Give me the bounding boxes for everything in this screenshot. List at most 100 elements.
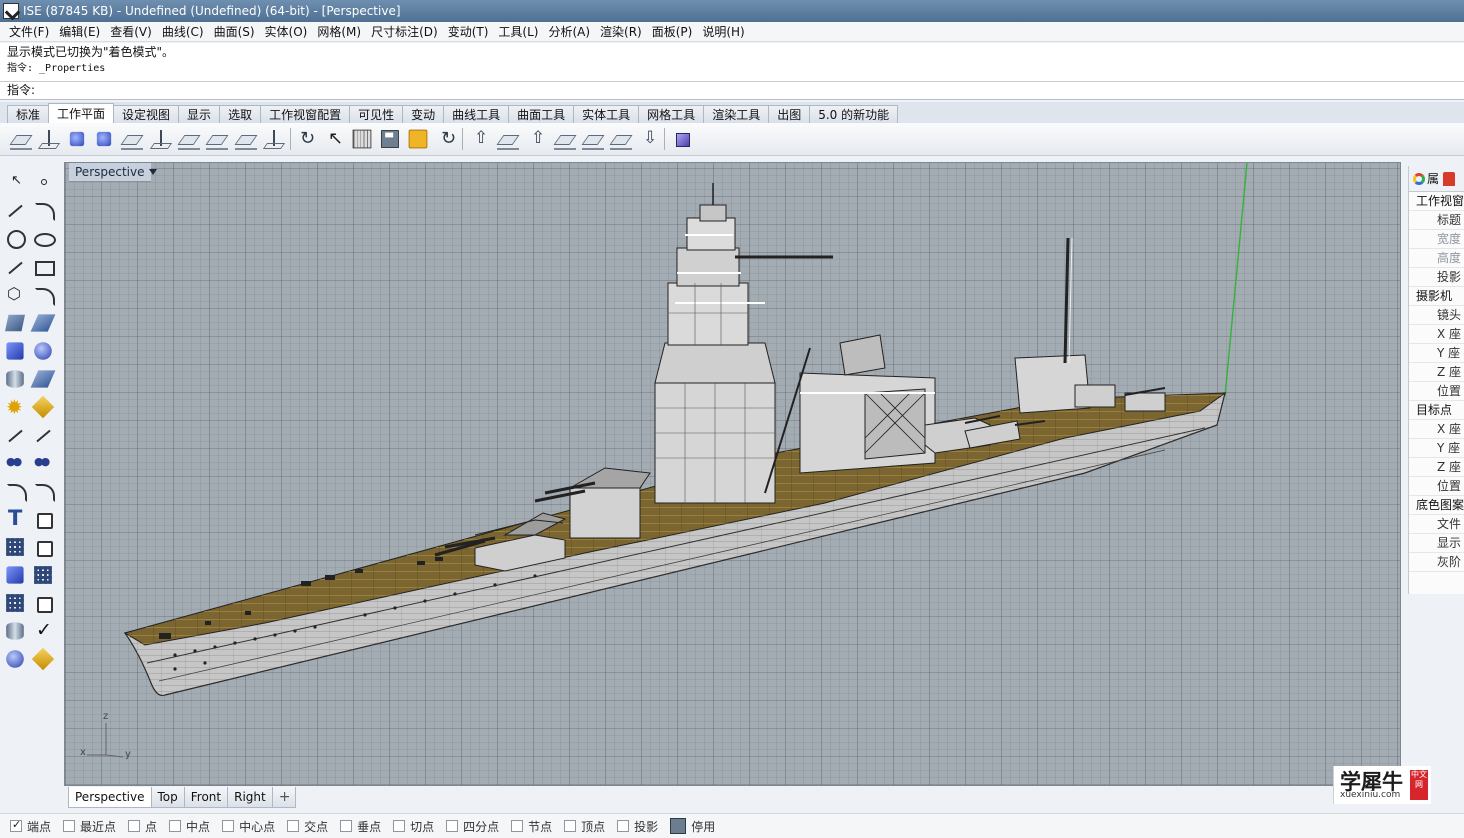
tab-surface-tools[interactable]: 曲面工具: [508, 105, 575, 123]
menu-dimension[interactable]: 尺寸标注(D): [366, 23, 443, 40]
menu-file[interactable]: 文件(F): [4, 23, 54, 40]
undo-cplane-icon[interactable]: [296, 128, 318, 150]
plane-icon[interactable]: [30, 370, 56, 388]
cplane-origin-icon[interactable]: [10, 128, 32, 150]
curve-cv-icon[interactable]: [32, 199, 55, 221]
redo-cplane-icon[interactable]: [323, 128, 345, 150]
explode-icon[interactable]: [4, 395, 26, 419]
circle-icon[interactable]: [4, 227, 26, 249]
check-objects-icon[interactable]: [32, 619, 54, 642]
tab-standard[interactable]: 标准: [7, 105, 50, 123]
select-arrow-icon[interactable]: [4, 170, 26, 192]
tab-select[interactable]: 选取: [219, 105, 262, 123]
offset-curve-icon[interactable]: [4, 480, 27, 502]
osnap-checkbox[interactable]: [287, 820, 300, 832]
osnap-vertex[interactable]: 顶点: [564, 818, 605, 835]
cplane-rotate-icon[interactable]: [150, 128, 172, 150]
render-preview-icon[interactable]: [6, 650, 24, 668]
osnap-mid[interactable]: 中点: [169, 818, 210, 835]
cplane-bottom-icon[interactable]: [497, 128, 519, 150]
grid-snap-icon[interactable]: [34, 566, 52, 584]
osnap-center[interactable]: 中心点: [222, 818, 275, 835]
tab-viewport-layout[interactable]: 工作视窗配置: [260, 105, 351, 123]
osnap-end[interactable]: 端点: [10, 818, 51, 835]
osnap-intersection[interactable]: 交点: [287, 818, 328, 835]
cycle-cplane-icon[interactable]: [437, 128, 459, 150]
cplane-named-icon[interactable]: [638, 128, 660, 150]
arc-icon[interactable]: [4, 256, 26, 278]
cplane-top-icon[interactable]: [469, 128, 491, 150]
properties-field[interactable]: Z 座: [1409, 458, 1464, 477]
viewport-tab-perspective[interactable]: Perspective: [68, 787, 152, 808]
cplane-view-icon[interactable]: [235, 128, 257, 150]
cplane-back-icon[interactable]: [554, 128, 576, 150]
tab-visibility[interactable]: 可见性: [349, 105, 404, 123]
ellipse-icon[interactable]: [32, 227, 56, 249]
menu-view[interactable]: 查看(V): [105, 23, 157, 40]
properties-field[interactable]: 显示: [1409, 534, 1464, 553]
array-icon[interactable]: [6, 538, 24, 556]
menu-curve[interactable]: 曲线(C): [157, 23, 209, 40]
osnap-project[interactable]: 投影: [617, 818, 658, 835]
osnap-checkbox[interactable]: [63, 820, 76, 832]
menu-tools[interactable]: 工具(L): [493, 23, 543, 40]
properties-field[interactable]: X 座: [1409, 420, 1464, 439]
osnap-near[interactable]: 最近点: [63, 818, 116, 835]
cplane-object-icon[interactable]: [69, 131, 85, 147]
properties-field[interactable]: 投影: [1409, 268, 1464, 287]
tab-drafting[interactable]: 出图: [768, 105, 811, 123]
array-polar-icon[interactable]: [6, 594, 24, 612]
cplane-left-icon[interactable]: [610, 128, 632, 150]
perspective-viewport[interactable]: Perspective z x y: [64, 162, 1401, 786]
properties-field[interactable]: 位置: [1409, 382, 1464, 401]
menu-edit[interactable]: 编辑(E): [54, 23, 105, 40]
menu-surface[interactable]: 曲面(S): [209, 23, 260, 40]
menu-render[interactable]: 渲染(R): [595, 23, 647, 40]
tab-new-in-v5[interactable]: 5.0 的新功能: [809, 105, 899, 123]
grid-options-icon[interactable]: [352, 129, 372, 149]
properties-field[interactable]: X 座: [1409, 325, 1464, 344]
cplane-3point-icon[interactable]: [178, 128, 200, 150]
tab-display[interactable]: 显示: [178, 105, 221, 123]
properties-field[interactable]: Y 座: [1409, 344, 1464, 363]
osnap-quadrant[interactable]: 四分点: [446, 818, 499, 835]
add-viewport-tab-button[interactable]: +: [271, 787, 296, 808]
tab-curve-tools[interactable]: 曲线工具: [443, 105, 510, 123]
save-cplane-icon[interactable]: [381, 130, 399, 148]
dimension-icon[interactable]: [32, 508, 54, 530]
menu-mesh[interactable]: 网格(M): [312, 23, 366, 40]
tab-set-view[interactable]: 设定视图: [113, 105, 180, 123]
osnap-checkbox[interactable]: [222, 820, 235, 832]
properties-field[interactable]: 镜头: [1409, 306, 1464, 325]
osnap-checkbox[interactable]: [511, 820, 524, 832]
command-prompt-input[interactable]: 指令:: [0, 82, 1464, 100]
polyline-icon[interactable]: [4, 199, 26, 221]
viewport-tab-top[interactable]: Top: [150, 787, 185, 808]
cplane-surface-icon[interactable]: [96, 131, 112, 147]
properties-field[interactable]: 高度: [1409, 249, 1464, 268]
curve-from-object-icon[interactable]: [32, 480, 55, 502]
tab-render-tools[interactable]: 渲染工具: [703, 105, 770, 123]
osnap-checkbox[interactable]: [617, 820, 630, 832]
viewport-tab-right[interactable]: Right: [227, 787, 273, 808]
box-icon[interactable]: [6, 342, 24, 360]
osnap-checkbox[interactable]: [169, 820, 182, 832]
osnap-checkbox[interactable]: [564, 820, 577, 832]
fillet-curve-icon[interactable]: [32, 284, 55, 306]
render-light-icon[interactable]: [31, 395, 55, 419]
osnap-checkbox[interactable]: [393, 820, 406, 832]
tab-transform[interactable]: 变动: [402, 105, 445, 123]
osnap-checkbox[interactable]: [340, 820, 353, 832]
properties-field[interactable]: 位置: [1409, 477, 1464, 496]
menu-solid[interactable]: 实体(O): [260, 23, 313, 40]
group-icon[interactable]: [32, 452, 54, 474]
osnap-checkbox[interactable]: [446, 820, 459, 832]
cplane-elevation-icon[interactable]: [38, 128, 60, 150]
properties-color-icon[interactable]: [1413, 172, 1425, 185]
tab-cplanes[interactable]: 工作平面: [48, 103, 115, 123]
cplane-curve-icon[interactable]: [121, 128, 143, 150]
tab-mesh-tools[interactable]: 网格工具: [638, 105, 705, 123]
mirror-icon[interactable]: [32, 536, 54, 558]
osnap-perpendicular[interactable]: 垂点: [340, 818, 381, 835]
extrude-surface-icon[interactable]: [30, 314, 56, 332]
